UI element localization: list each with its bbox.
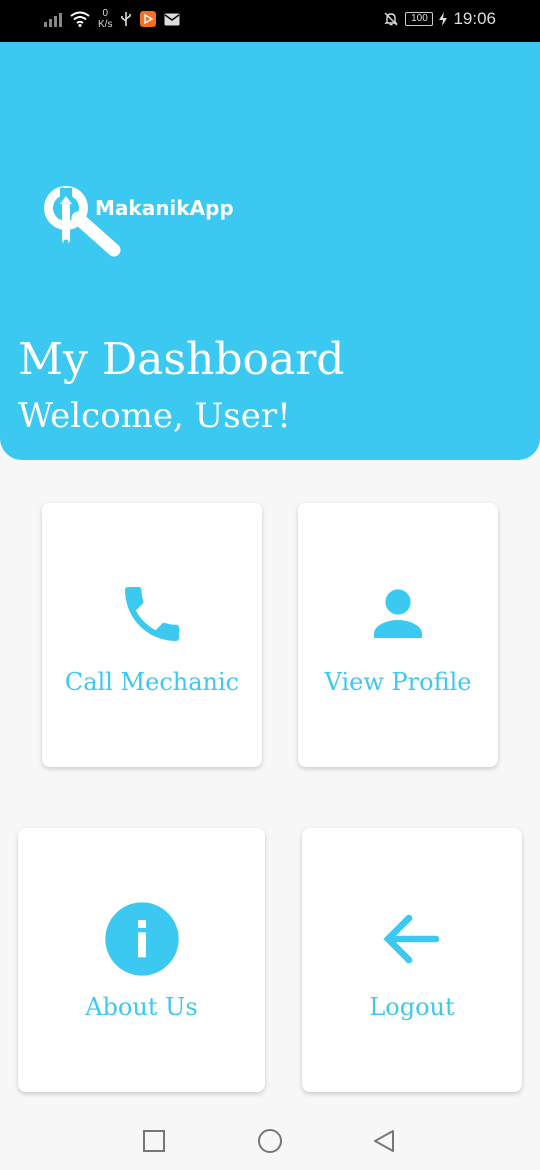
system-nav-bar <box>0 1112 540 1170</box>
recents-button[interactable] <box>141 1128 167 1154</box>
view-profile-card[interactable]: View Profile <box>298 503 498 767</box>
bell-off-icon <box>384 12 399 26</box>
net-speed-unit: K/s <box>98 19 113 30</box>
back-button[interactable] <box>371 1128 397 1154</box>
wrench-logo-icon <box>44 186 121 257</box>
mail-icon <box>164 13 180 25</box>
app-name: MakanikApp <box>95 196 234 220</box>
charging-icon <box>439 12 448 26</box>
logout-label: Logout <box>369 993 455 1021</box>
call-mechanic-card[interactable]: Call Mechanic <box>42 503 262 767</box>
logout-card[interactable]: Logout <box>302 828 522 1092</box>
status-left: 0 K/s <box>44 8 180 30</box>
status-bar: 0 K/s 100 19:06 <box>0 0 540 42</box>
net-speed-value: 0 <box>102 8 108 19</box>
info-icon <box>102 899 182 979</box>
dashboard-header: MakanikApp My Dashboard Welcome, User! <box>0 42 540 460</box>
phone-icon <box>112 574 192 654</box>
status-right: 100 19:06 <box>383 9 496 29</box>
page-title: My Dashboard <box>18 334 345 385</box>
about-us-card[interactable]: About Us <box>18 828 265 1092</box>
call-mechanic-label: Call Mechanic <box>64 668 240 696</box>
about-us-label: About Us <box>85 993 198 1021</box>
person-icon <box>358 574 438 654</box>
arrow-left-icon <box>372 899 452 979</box>
welcome-text: Welcome, User! <box>18 396 291 436</box>
usb-icon <box>121 12 132 26</box>
home-button[interactable] <box>257 1128 283 1154</box>
signal-icon <box>44 11 62 27</box>
net-speed: 0 K/s <box>98 8 112 30</box>
view-profile-label: View Profile <box>324 668 472 696</box>
battery-icon: 100 <box>405 12 434 26</box>
wifi-icon <box>70 11 90 27</box>
clock: 19:06 <box>453 9 496 28</box>
play-store-notification-icon <box>140 11 157 27</box>
